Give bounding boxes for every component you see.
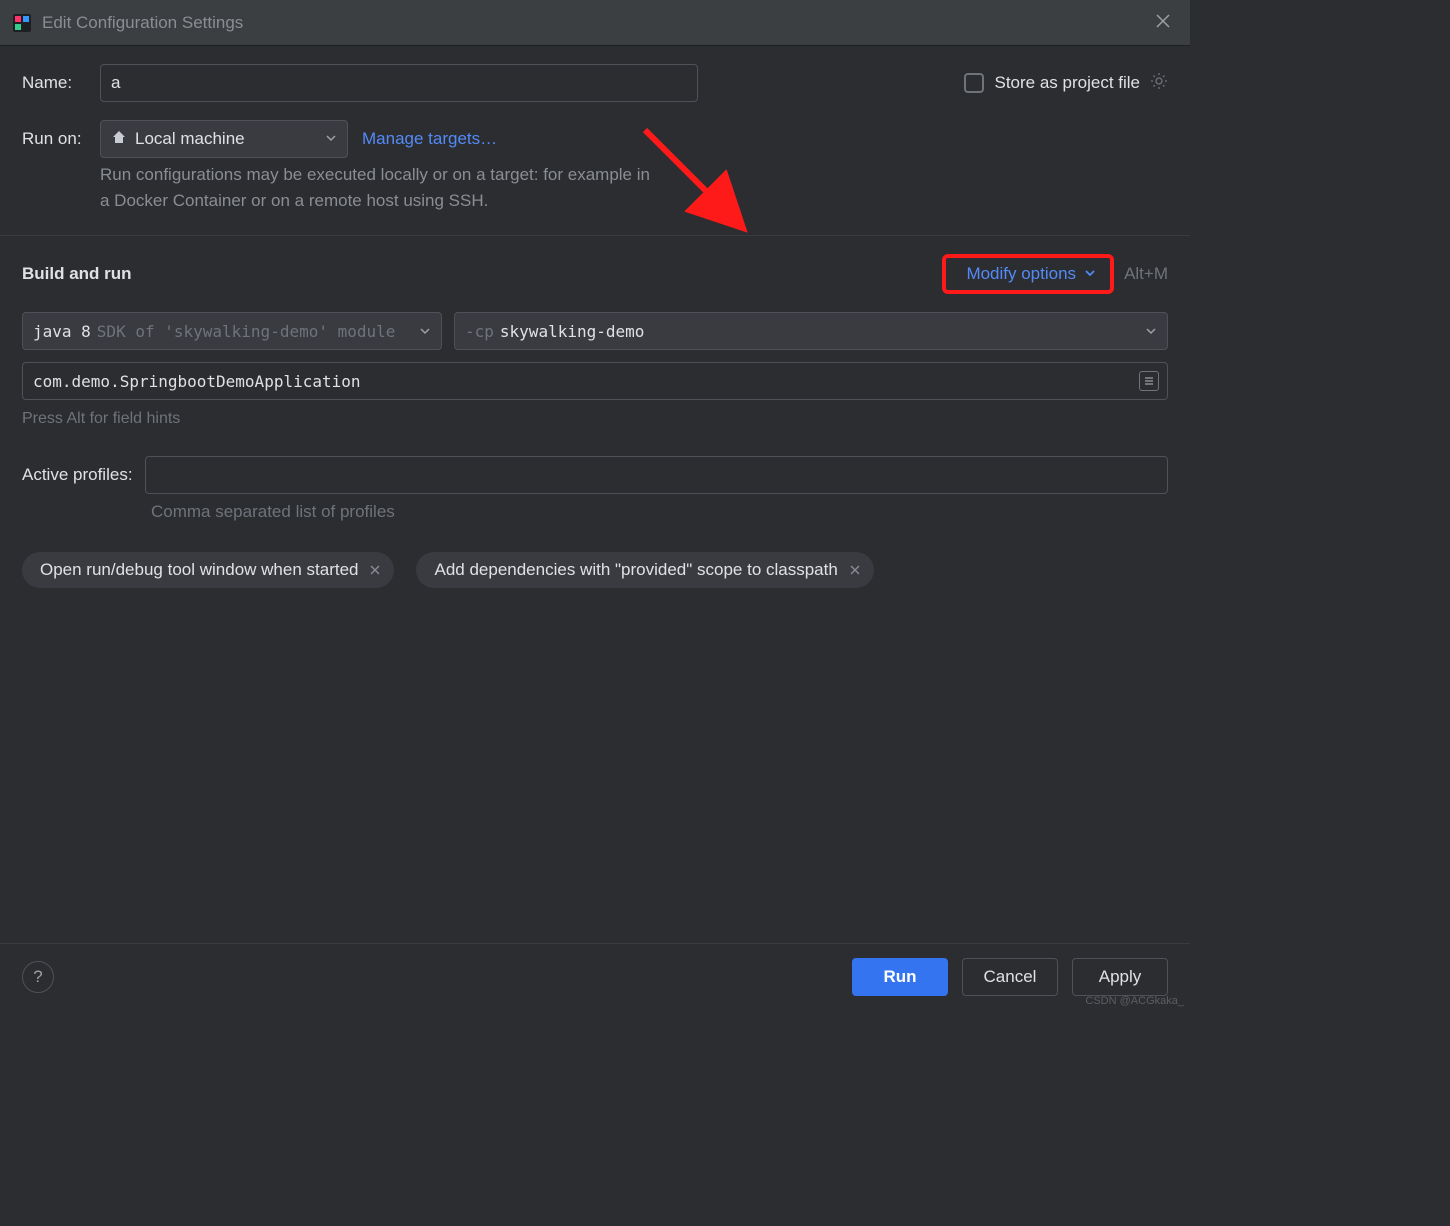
intellij-icon bbox=[12, 13, 32, 33]
cp-value: skywalking-demo bbox=[500, 322, 645, 341]
arrow-annotation bbox=[635, 120, 755, 240]
titlebar: Edit Configuration Settings bbox=[0, 0, 1190, 46]
option-tag: Add dependencies with "provided" scope t… bbox=[416, 552, 873, 588]
option-tag-label: Open run/debug tool window when started bbox=[40, 560, 358, 580]
chevron-down-icon bbox=[419, 322, 431, 341]
runon-value: Local machine bbox=[135, 129, 245, 149]
divider bbox=[0, 235, 1190, 236]
apply-button[interactable]: Apply bbox=[1072, 958, 1168, 996]
list-icon[interactable] bbox=[1139, 371, 1159, 391]
profiles-input[interactable] bbox=[145, 456, 1168, 494]
modify-options-label: Modify options bbox=[966, 264, 1076, 284]
store-label[interactable]: Store as project file bbox=[994, 73, 1140, 93]
main-class-value: com.demo.SpringbootDemoApplication bbox=[33, 372, 361, 391]
close-icon[interactable] bbox=[1148, 8, 1178, 37]
main-class-input[interactable]: com.demo.SpringbootDemoApplication bbox=[22, 362, 1168, 400]
sdk-module: SDK of 'skywalking-demo' module bbox=[97, 322, 396, 341]
option-tag: Open run/debug tool window when started bbox=[22, 552, 394, 588]
runon-combo[interactable]: Local machine bbox=[100, 120, 348, 158]
profiles-hint: Comma separated list of profiles bbox=[151, 502, 1168, 522]
home-icon bbox=[111, 129, 127, 150]
sdk-value: java 8 bbox=[33, 322, 91, 341]
run-button[interactable]: Run bbox=[852, 958, 948, 996]
help-button[interactable]: ? bbox=[22, 961, 54, 993]
build-run-title: Build and run bbox=[22, 264, 132, 284]
close-icon[interactable] bbox=[370, 562, 380, 578]
modify-shortcut: Alt+M bbox=[1124, 264, 1168, 284]
modify-options-link[interactable]: Modify options bbox=[942, 254, 1114, 294]
chevron-down-icon bbox=[325, 129, 337, 149]
cancel-button[interactable]: Cancel bbox=[962, 958, 1058, 996]
close-icon[interactable] bbox=[850, 562, 860, 578]
store-checkbox[interactable] bbox=[964, 73, 984, 93]
manage-targets-link[interactable]: Manage targets… bbox=[362, 129, 497, 149]
name-label: Name: bbox=[22, 73, 100, 93]
runon-hint: Run configurations may be executed local… bbox=[100, 162, 660, 213]
name-input[interactable] bbox=[100, 64, 698, 102]
gear-icon[interactable] bbox=[1150, 72, 1168, 95]
field-hint: Press Alt for field hints bbox=[22, 410, 1168, 428]
footer: ? Run Cancel Apply bbox=[0, 943, 1190, 1010]
cp-flag: -cp bbox=[465, 322, 494, 341]
option-tag-label: Add dependencies with "provided" scope t… bbox=[434, 560, 837, 580]
classpath-combo[interactable]: -cp skywalking-demo bbox=[454, 312, 1168, 350]
window-title: Edit Configuration Settings bbox=[42, 13, 243, 33]
watermark: CSDN @ACGkaka_ bbox=[1085, 995, 1184, 1007]
chevron-down-icon bbox=[1084, 264, 1096, 284]
runon-label: Run on: bbox=[22, 129, 100, 149]
sdk-combo[interactable]: java 8 SDK of 'skywalking-demo' module bbox=[22, 312, 442, 350]
chevron-down-icon bbox=[1145, 322, 1157, 341]
profiles-label: Active profiles: bbox=[22, 465, 133, 485]
